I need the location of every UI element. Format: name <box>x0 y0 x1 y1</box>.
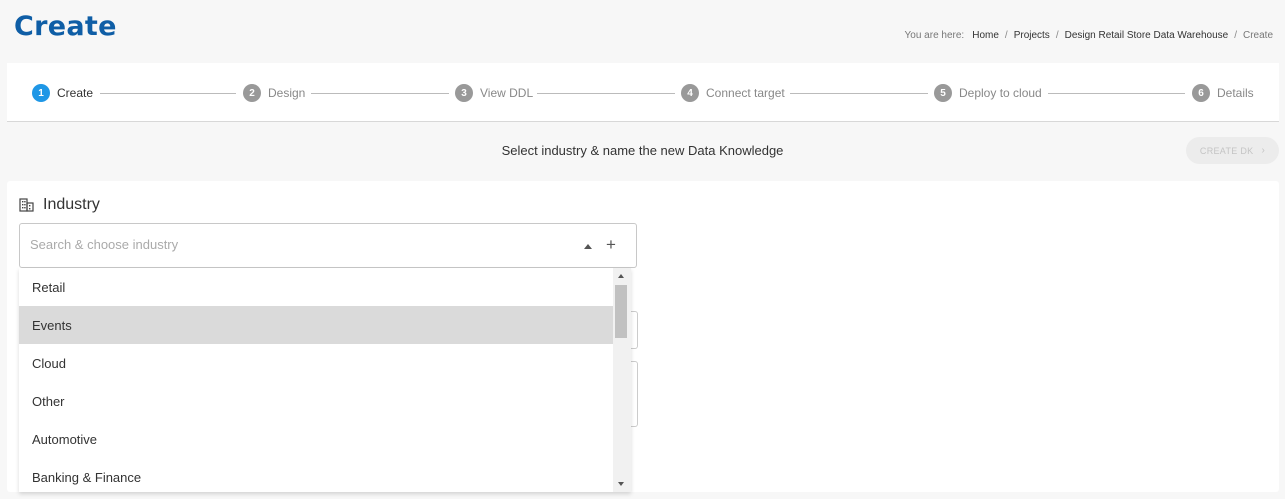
breadcrumb-current: Create <box>1242 30 1273 41</box>
breadcrumb-separator: / <box>1004 30 1008 41</box>
industry-option[interactable]: Other <box>19 382 613 420</box>
step-details[interactable]: 6 Details <box>1192 84 1254 102</box>
scroll-down-icon[interactable] <box>618 482 624 486</box>
breadcrumb-separator: / <box>1234 30 1237 41</box>
step-label: Design <box>268 86 306 100</box>
industry-option[interactable]: Retail <box>19 268 613 306</box>
create-dk-label: CREATE DK <box>1199 145 1254 156</box>
step-label: Details <box>1217 86 1254 100</box>
breadcrumb-separator: / <box>1055 30 1059 41</box>
breadcrumb-prefix: You are here: <box>904 30 965 41</box>
breadcrumb: You are here: Home / Projects / Design R… <box>905 30 1273 41</box>
step-number: 5 <box>934 84 952 102</box>
industry-search[interactable]: + <box>19 223 637 268</box>
industry-search-input[interactable] <box>30 237 570 252</box>
industry-option[interactable]: Events <box>19 306 613 344</box>
step-connector <box>537 93 675 94</box>
step-number: 2 <box>243 84 261 102</box>
create-dk-button[interactable]: CREATE DK › <box>1186 137 1279 164</box>
step-connect-target[interactable]: 4 Connect target <box>681 84 785 102</box>
scroll-up-icon[interactable] <box>618 274 624 278</box>
stepper: 1 Create 2 Design 3 View DDL 4 Connect t… <box>7 63 1279 122</box>
step-label: View DDL <box>480 86 534 100</box>
instruction-text: Select industry & name the new Data Know… <box>501 143 784 158</box>
industry-dropdown: Retail Events Cloud Other Automotive Ban… <box>19 268 631 492</box>
step-label: Connect target <box>706 86 785 100</box>
step-deploy-to-cloud[interactable]: 5 Deploy to cloud <box>934 84 1042 102</box>
step-number: 4 <box>681 84 699 102</box>
dropdown-scrollbar[interactable] <box>613 268 631 492</box>
step-number: 6 <box>1192 84 1210 102</box>
industry-option[interactable]: Cloud <box>19 344 613 382</box>
breadcrumb-project[interactable]: Design Retail Store Data Warehouse <box>1065 30 1229 41</box>
scroll-thumb[interactable] <box>615 285 627 338</box>
breadcrumb-home[interactable]: Home <box>972 30 999 41</box>
step-number: 1 <box>32 84 50 102</box>
step-connector <box>1048 93 1185 94</box>
breadcrumb-projects[interactable]: Projects <box>1014 30 1050 41</box>
industry-label: Industry <box>43 196 100 213</box>
step-label: Deploy to cloud <box>959 86 1042 100</box>
step-connector <box>790 93 928 94</box>
step-connector <box>100 93 236 94</box>
industry-header: Industry <box>19 196 100 214</box>
plus-icon[interactable]: + <box>606 236 616 254</box>
step-view-ddl[interactable]: 3 View DDL <box>455 84 533 102</box>
caret-up-icon[interactable] <box>584 244 592 249</box>
step-connector <box>311 93 449 94</box>
industry-option[interactable]: Automotive <box>19 420 613 458</box>
step-number: 3 <box>455 84 473 102</box>
step-design[interactable]: 2 Design <box>243 84 305 102</box>
step-label: Create <box>57 86 94 100</box>
step-create[interactable]: 1 Create <box>32 84 93 102</box>
chevron-right-icon: › <box>1261 145 1266 156</box>
page-title: Create <box>14 11 117 42</box>
industry-option[interactable]: Banking & Finance <box>19 458 613 492</box>
building-icon <box>19 198 34 212</box>
